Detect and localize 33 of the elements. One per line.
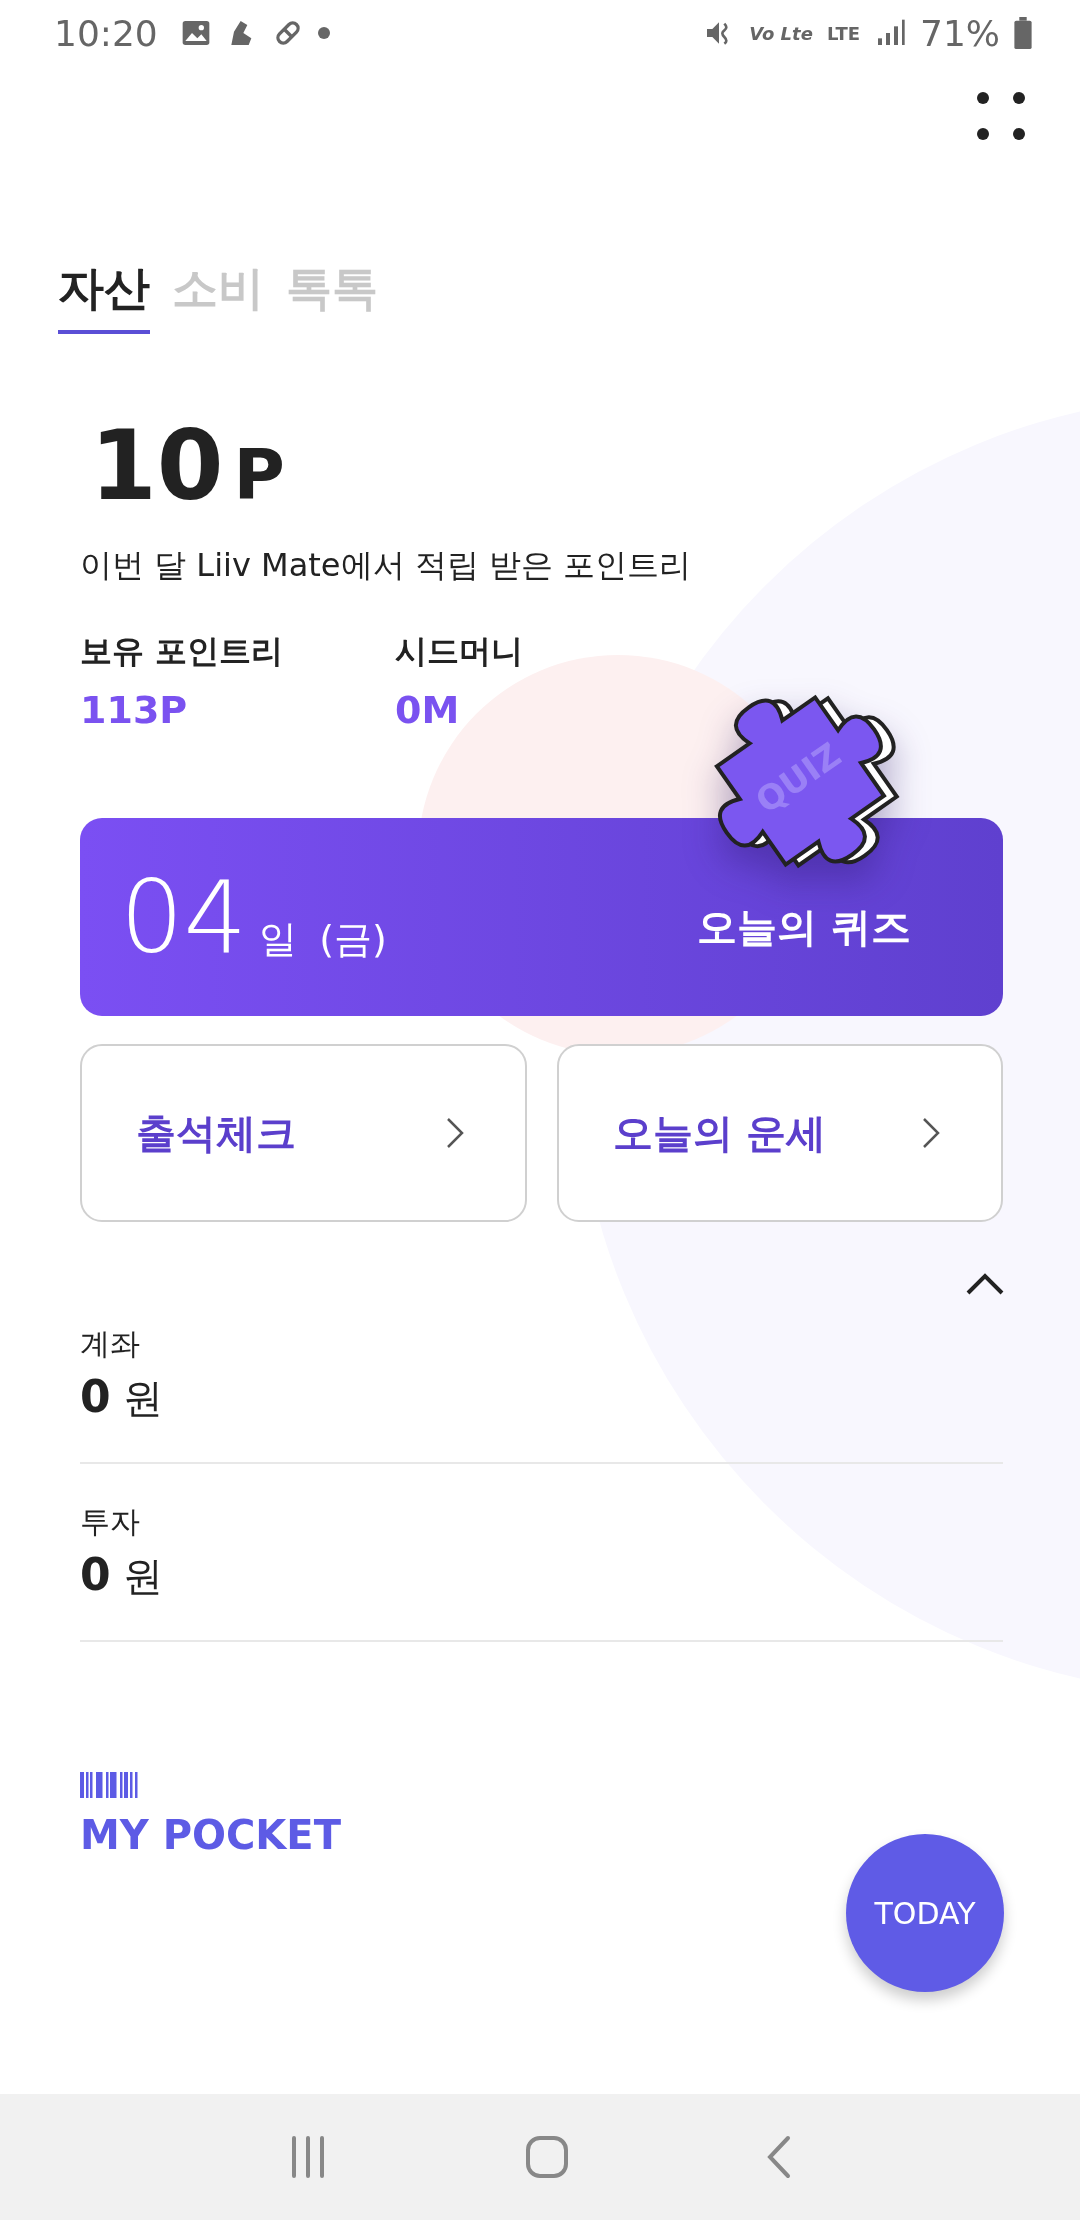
menu-icon[interactable]	[976, 91, 1026, 141]
quiz-title: 오늘의 퀴즈	[697, 902, 911, 952]
back-icon[interactable]	[765, 2135, 792, 2179]
action-button[interactable]: 오늘의 운세	[556, 1044, 1003, 1222]
stat-value: 113P	[80, 688, 188, 732]
points-amount: 10 P	[90, 418, 285, 514]
asset-label: 투자	[80, 1503, 140, 1541]
barcode-icon	[80, 1772, 140, 1798]
chevron-up-icon[interactable]	[965, 1272, 1005, 1296]
pocket-title[interactable]: MY POCKET	[80, 1812, 341, 1858]
asset-amount: 0 원	[80, 1549, 164, 1602]
points-caption: 이번 달 Liiv Mate에서 적립 받은 포인트리	[80, 545, 692, 586]
battery-icon	[1014, 17, 1032, 49]
action-button[interactable]: 출석체크	[80, 1044, 527, 1222]
battery-percent: 71%	[920, 12, 1000, 54]
notification-dot-icon	[317, 27, 330, 39]
stat-label: 보유 포인트리	[80, 631, 284, 672]
stat-value: 0M	[395, 688, 460, 732]
asset-amount: 0 원	[80, 1371, 164, 1424]
status-time: 10:20	[54, 12, 158, 54]
network-label: LTE	[826, 22, 860, 44]
quiz-weekday: (금)	[319, 915, 387, 963]
today-button[interactable]: TODAY	[846, 1834, 1004, 1992]
quiz-day-unit: 일	[259, 915, 298, 963]
asset-label: 계좌	[80, 1325, 140, 1363]
quiz-day: 04	[120, 858, 248, 976]
stat-label: 시드머니	[395, 631, 523, 672]
home-icon[interactable]	[525, 2135, 569, 2179]
tab[interactable]: 자산	[58, 258, 150, 334]
chevron-right-icon	[921, 1116, 941, 1150]
volte-label: Vo Lte	[749, 22, 813, 44]
chevron-right-icon	[444, 1116, 465, 1150]
quiz-banner[interactable]: 04 일 (금) 오늘의 퀴즈	[80, 818, 1003, 1016]
